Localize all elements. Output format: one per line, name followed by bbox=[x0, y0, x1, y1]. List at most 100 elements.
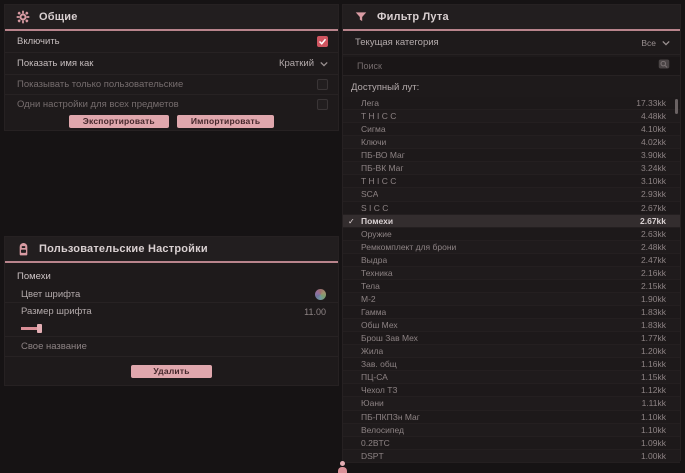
loot-list-item[interactable]: Техника 2.16kk bbox=[343, 267, 680, 280]
loot-list-item[interactable]: Чехол ТЗ 1.12kk bbox=[343, 384, 680, 397]
loot-item-value: 2.93kk bbox=[641, 189, 666, 199]
loot-list-item[interactable]: Брош Зав Мех1.77kk bbox=[343, 332, 680, 345]
custom-settings-panel: Пользовательские Настройки Помехи Цвет ш… bbox=[4, 236, 339, 386]
loot-list-item[interactable]: Тела 2.15kk bbox=[343, 280, 680, 293]
loot-item-name: Ключи bbox=[361, 137, 386, 147]
name-display-value: Краткий bbox=[279, 58, 314, 69]
slider-handle[interactable] bbox=[37, 324, 42, 333]
scrollbar-thumb[interactable] bbox=[675, 99, 678, 114]
loot-filter-title: Фильтр Лута bbox=[377, 11, 449, 23]
loot-item-name: ПБ-ПКПЗн Маг bbox=[361, 412, 420, 422]
loot-item-value: 2.15kk bbox=[641, 281, 666, 291]
loot-item-value: 3.10kk bbox=[641, 176, 666, 186]
loot-list-item[interactable]: DSPT1.00kk bbox=[343, 450, 680, 463]
drag-handle-icon[interactable] bbox=[337, 461, 348, 473]
general-panel-title: Общие bbox=[39, 11, 78, 23]
loot-list-item[interactable]: Сигма4.10kk bbox=[343, 123, 680, 136]
loot-list-item[interactable]: Т Н I С С 3.10kk bbox=[343, 175, 680, 188]
loot-item-name: Велосипед bbox=[361, 425, 404, 435]
loot-item-name: Т Н I С С bbox=[361, 111, 396, 121]
loot-item-name: Техника bbox=[361, 268, 393, 278]
selected-item-name: Помехи bbox=[5, 263, 338, 286]
loot-list-item[interactable]: Жила1.20kk bbox=[343, 345, 680, 358]
setting-row-only-custom: Показывать только пользовательские bbox=[5, 75, 338, 95]
loot-item-value: 3.90kk bbox=[641, 150, 666, 160]
loot-item-name: DSPT bbox=[361, 451, 384, 461]
setting-row-same-settings: Одни настройки для всех предметов bbox=[5, 95, 338, 113]
category-row: Текущая категория Все bbox=[343, 31, 680, 55]
same-settings-checkbox[interactable] bbox=[317, 99, 328, 110]
loot-item-name: ПБ-ВК Маг bbox=[361, 163, 404, 173]
only-custom-checkbox[interactable] bbox=[317, 79, 328, 90]
loot-list-item[interactable]: Зав. общ1.16kk bbox=[343, 358, 680, 371]
search-input[interactable]: Поиск bbox=[343, 57, 680, 76]
font-size-slider[interactable] bbox=[21, 322, 322, 334]
general-panel-header: Общие bbox=[5, 5, 338, 31]
loot-item-name: Юани bbox=[361, 398, 384, 408]
loot-list-item[interactable]: Т Н I С С 4.48kk bbox=[343, 110, 680, 123]
loot-item-value: 1.09kk bbox=[641, 438, 666, 448]
loot-item-value: 4.48kk bbox=[641, 111, 666, 121]
loot-item-name: Лега bbox=[361, 98, 379, 108]
search-icon[interactable] bbox=[658, 57, 670, 75]
chevron-down-icon bbox=[662, 39, 670, 47]
name-display-dropdown[interactable]: Краткий bbox=[279, 58, 328, 69]
loot-item-name: Ремкомплект для брони bbox=[361, 242, 456, 252]
category-dropdown[interactable]: Все bbox=[641, 38, 670, 48]
name-display-label: Показать имя как bbox=[17, 58, 93, 69]
loot-filter-header: Фильтр Лута bbox=[343, 5, 680, 31]
font-color-row[interactable]: Цвет шрифта bbox=[5, 286, 338, 303]
loot-list-item[interactable]: Обш Мех1.83kk bbox=[343, 319, 680, 332]
loot-list-item[interactable]: Ключи 4.02kk bbox=[343, 136, 680, 149]
loot-list-item[interactable]: Лега17.33kk bbox=[343, 97, 680, 110]
export-button[interactable]: Экспортировать bbox=[69, 115, 169, 128]
loot-list-item[interactable]: SCA2.93kk bbox=[343, 188, 680, 201]
loot-list-item[interactable]: ПБ-ПКПЗн Маг1.10kk bbox=[343, 411, 680, 424]
loot-item-value: 1.12kk bbox=[641, 385, 666, 395]
loot-item-value: 1.77kk bbox=[641, 333, 666, 343]
loot-list-item[interactable]: ✓Помехи2.67kk bbox=[343, 215, 680, 228]
chevron-down-icon bbox=[320, 60, 328, 68]
backpack-icon bbox=[15, 241, 31, 257]
loot-item-value: 2.63kk bbox=[641, 229, 666, 239]
custom-name-input[interactable]: Свое название bbox=[21, 341, 87, 352]
loot-list-item[interactable]: М-21.90kk bbox=[343, 293, 680, 306]
loot-item-name: Т Н I С С bbox=[361, 176, 396, 186]
loot-item-value: 2.67kk bbox=[641, 203, 666, 213]
loot-item-value: 1.10kk bbox=[641, 425, 666, 435]
loot-item-name: Помехи bbox=[361, 216, 393, 226]
enable-checkbox[interactable] bbox=[317, 36, 328, 47]
loot-list-item[interactable]: 0.2BTC1.09kk bbox=[343, 437, 680, 450]
loot-item-name: Тела bbox=[361, 281, 380, 291]
loot-list-item[interactable]: Велосипед 1.10kk bbox=[343, 424, 680, 437]
loot-item-value: 2.16kk bbox=[641, 268, 666, 278]
loot-list-item[interactable]: Юани1.11kk bbox=[343, 397, 680, 410]
loot-list-item[interactable]: Оружие 2.63kk bbox=[343, 228, 680, 241]
category-value: Все bbox=[641, 38, 656, 48]
loot-list-item[interactable]: ПБ-ВО Маг3.90kk bbox=[343, 149, 680, 162]
loot-list-item[interactable]: Гамма1.83kk bbox=[343, 306, 680, 319]
import-button[interactable]: Импортировать bbox=[177, 115, 274, 128]
loot-item-name: Выдра bbox=[361, 255, 387, 265]
loot-item-value: 4.02kk bbox=[641, 137, 666, 147]
loot-item-value: 1.83kk bbox=[641, 307, 666, 317]
general-panel: Общие Включить Показать имя как Краткий … bbox=[4, 4, 339, 131]
loot-list-item[interactable]: S I С С2.67kk bbox=[343, 202, 680, 215]
loot-item-name: Жила bbox=[361, 346, 383, 356]
color-wheel-icon[interactable] bbox=[315, 289, 326, 300]
loot-list-item[interactable]: ПБ-ВК Маг3.24kk bbox=[343, 162, 680, 175]
loot-item-name: Чехол ТЗ bbox=[361, 385, 397, 395]
font-color-label: Цвет шрифта bbox=[21, 289, 80, 300]
loot-item-value: 2.47kk bbox=[641, 255, 666, 265]
delete-button[interactable]: Удалить bbox=[131, 365, 211, 378]
loot-item-value: 2.48kk bbox=[641, 242, 666, 252]
category-label: Текущая категория bbox=[355, 37, 439, 48]
loot-list-item[interactable]: ПЦ-СА1.15kk bbox=[343, 371, 680, 384]
loot-list-item[interactable]: Выдра 2.47kk bbox=[343, 254, 680, 267]
same-settings-label: Одни настройки для всех предметов bbox=[17, 99, 179, 110]
loot-item-value: 1.15kk bbox=[641, 372, 666, 382]
loot-item-name: Оружие bbox=[361, 229, 392, 239]
custom-name-row[interactable]: Свое название bbox=[5, 337, 338, 357]
loot-list-item[interactable]: Ремкомплект для брони 2.48kk bbox=[343, 241, 680, 254]
setting-row-enable: Включить bbox=[5, 31, 338, 53]
